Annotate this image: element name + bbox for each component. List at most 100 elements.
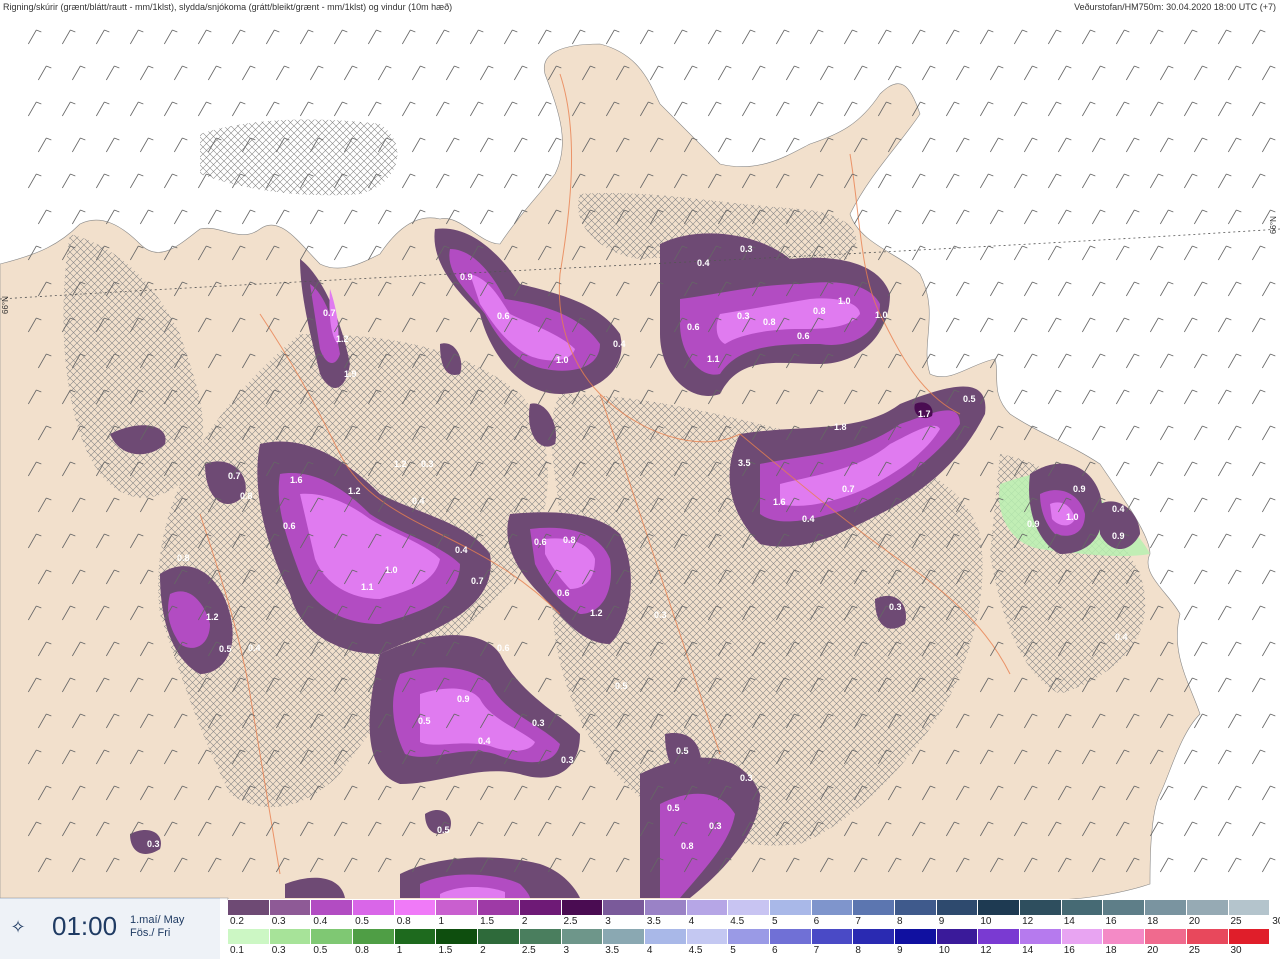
weather-map[interactable]: 66°N 66°N 0.9 0.6 1.0 0.4 0.3 0.4 0.6 0.3 0.8 0.6… xyxy=(0,14,1280,958)
snow-scale-swatch xyxy=(936,900,979,915)
precip-value-label: 0.3 xyxy=(889,602,902,612)
precip-value-label: 0.9 xyxy=(1112,531,1125,541)
precip-value-label: 0.9 xyxy=(460,272,473,282)
precip-value-label: 1.9 xyxy=(344,369,357,379)
precip-value-label: 1.0 xyxy=(385,565,398,575)
rain-scale-label: 1.5 xyxy=(438,945,453,956)
snow-scale-swatch xyxy=(1020,900,1062,915)
rain-scale-label: 7 xyxy=(813,945,820,956)
rain-scale-label: 2 xyxy=(480,945,486,956)
forecast-time: 01:00 xyxy=(52,911,118,941)
snow-scale-swatch xyxy=(603,900,645,915)
rain-scale-swatch xyxy=(603,929,645,944)
lat-label-right: 66°N xyxy=(1269,216,1278,234)
precip-value-label: 0.3 xyxy=(147,839,160,849)
precip-value-label: 0.8 xyxy=(681,841,694,851)
snow-scale-label: 6 xyxy=(813,916,820,927)
rain-scale-swatch xyxy=(1145,929,1187,944)
rain-scale-swatch xyxy=(1061,929,1104,944)
snow-scale-label: 2 xyxy=(521,916,528,927)
precip-value-label: 0.5 xyxy=(963,394,976,404)
snow-scale-label: 0.8 xyxy=(396,916,411,927)
precip-value-label: 0.3 xyxy=(421,459,434,469)
precip-value-label: 0.6 xyxy=(534,537,547,547)
precip-value-label: 1.1 xyxy=(361,582,374,592)
rain-scale-label: 3.5 xyxy=(605,945,620,956)
precip-value-label: 0.7 xyxy=(323,308,336,318)
snow-scale-swatch xyxy=(978,900,1021,915)
precip-value-label: 0.3 xyxy=(740,773,753,783)
snow-scale-swatch xyxy=(269,900,312,915)
snow-scale-label: 3.5 xyxy=(646,916,661,927)
snow-scale-label: 10 xyxy=(980,916,992,927)
rain-scale-swatch xyxy=(811,929,854,944)
precip-value-label: 0.9 xyxy=(1073,484,1086,494)
precip-value-label: 0.3 xyxy=(561,755,574,765)
sparkle-icon: ✧ xyxy=(10,917,26,937)
snow-scale-swatch xyxy=(853,900,895,915)
snow-scale-swatch xyxy=(644,900,687,915)
rain-scale-swatch xyxy=(686,929,729,944)
precip-value-label: 1.1 xyxy=(707,354,720,364)
precip-value-label: 0.5 xyxy=(667,803,680,813)
snow-scale-swatch xyxy=(1270,900,1280,915)
snow-scale-label: 1.5 xyxy=(480,916,495,927)
precip-value-label: 1.8 xyxy=(834,422,847,432)
snow-scale-swatch xyxy=(478,900,520,915)
snow-scale-label: 25 xyxy=(1230,916,1242,927)
rain-scale-swatch xyxy=(394,929,437,944)
precip-value-label: 0.6 xyxy=(283,521,296,531)
precip-value-label: 0.6 xyxy=(557,588,570,598)
snow-scale-label: 2.5 xyxy=(563,916,578,927)
rain-scale-label: 25 xyxy=(1188,945,1200,956)
precip-value-label: 1.6 xyxy=(290,475,303,485)
rain-scale-label: 4 xyxy=(646,945,653,956)
precip-value-label: 0.4 xyxy=(802,514,815,524)
rain-scale-swatch xyxy=(1103,929,1146,944)
rain-scale-swatch xyxy=(895,929,937,944)
rain-scale-swatch xyxy=(436,929,479,944)
rain-scale-labels: 0.1 0.3 0.5 0.8 1 1.5 2 2.5 3 3.5 4 4.5 5 6 7 8 9 10 12 14 1… xyxy=(228,945,1270,956)
lat-label-left: 66°N xyxy=(1,296,10,314)
precip-value-label: 0.8 xyxy=(813,306,826,316)
rain-scale-swatch xyxy=(853,929,895,944)
snow-scale-swatch xyxy=(561,900,604,915)
snow-scale-label: 9 xyxy=(938,916,945,927)
rain-scale-label: 3 xyxy=(563,945,570,956)
rain-scale-label: 6 xyxy=(771,945,778,956)
snow-scale-label: 20 xyxy=(1188,916,1200,927)
precip-value-label: 0.9 xyxy=(457,694,470,704)
precip-value-label: 0.4 xyxy=(1115,632,1128,642)
rain-scale-label: 10 xyxy=(938,945,950,956)
rain-scale-swatch xyxy=(478,929,520,944)
rain-scale-swatch xyxy=(1228,929,1271,944)
precip-value-label: 0.5 xyxy=(676,746,689,756)
precip-value-label: 0.6 xyxy=(497,311,510,321)
precip-value-label: 1.2 xyxy=(206,612,219,622)
precip-value-label: 0.3 xyxy=(709,821,722,831)
snow-scale-swatch xyxy=(686,900,729,915)
rain-scale-swatch xyxy=(353,929,395,944)
precip-value-label: 0.8 xyxy=(177,553,190,563)
snow-scale-label: 4 xyxy=(688,916,695,927)
rain-scale-swatch xyxy=(728,929,770,944)
legend: 0.2 0.3 0.4 0.5 0.8 1 1.5 2 2.5 3 3.5 4 4.5 5 6 7 8 9 10 12… xyxy=(228,899,1280,958)
precip-value-label: 1.0 xyxy=(838,296,851,306)
precip-value-label: 0.8 xyxy=(240,491,253,501)
rain-scale-swatch xyxy=(978,929,1021,944)
precip-value-label: 0.7 xyxy=(842,484,855,494)
precip-value-label: 1.2 xyxy=(590,608,603,618)
precip-value-label: 0.4 xyxy=(613,339,626,349)
precip-value-label: 0.5 xyxy=(615,681,628,691)
time-panel: ✧ 01:00 1.maí/ May Fös./ Fri xyxy=(0,898,220,959)
precip-value-label: 1.0 xyxy=(875,310,888,320)
rain-scale-swatch xyxy=(1020,929,1062,944)
rain-scale-swatch xyxy=(1186,929,1229,944)
snow-scale-label: 12 xyxy=(1022,916,1034,927)
rain-scale-label: 30 xyxy=(1230,945,1242,956)
precip-value-label: 1.7 xyxy=(918,409,931,419)
snow-scale-label: 16 xyxy=(1105,916,1117,927)
precip-value-label: 0.8 xyxy=(763,317,776,327)
snow-scale-swatch xyxy=(311,900,354,915)
snow-scale-swatch xyxy=(811,900,854,915)
